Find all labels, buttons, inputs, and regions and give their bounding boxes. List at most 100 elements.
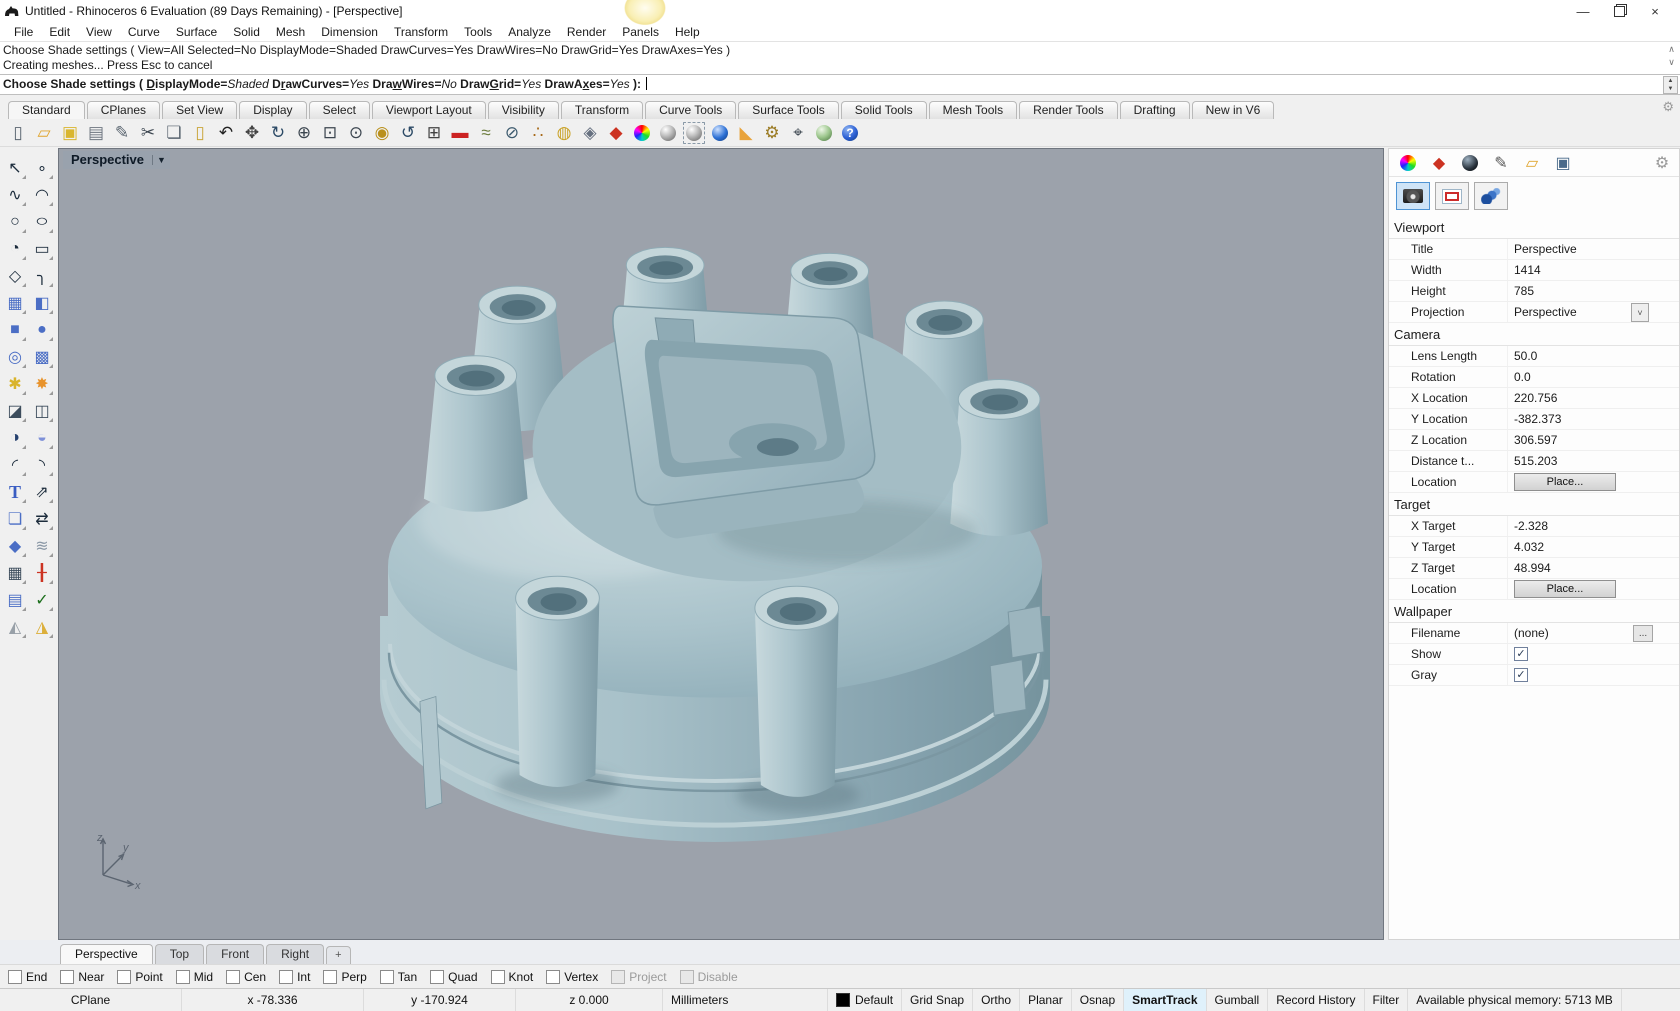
toolbar-group-tab[interactable]: Render Tools xyxy=(1019,101,1118,119)
sidebar-tool-button[interactable]: ◜ xyxy=(2,452,28,478)
toolbar-button[interactable]: ↶ xyxy=(214,121,238,145)
toolbar-button[interactable]: ≈ xyxy=(474,121,498,145)
toolbar-group-tab[interactable]: Select xyxy=(308,101,370,119)
toolbar-button[interactable]: ▱ xyxy=(32,121,56,145)
toolbar-button[interactable]: ✂ xyxy=(136,121,160,145)
toolbar-group-tab[interactable]: Solid Tools xyxy=(840,101,927,119)
panel-tab[interactable] xyxy=(1459,153,1481,173)
checkbox[interactable] xyxy=(226,969,241,984)
property-row[interactable]: Gray xyxy=(1389,665,1679,686)
toolbar-button[interactable]: ↺ xyxy=(396,121,420,145)
viewport-title-menu[interactable]: Perspective ▼ xyxy=(63,151,170,169)
sidebar-tool-button[interactable]: ✓ xyxy=(29,587,55,613)
status-item[interactable]: Ortho xyxy=(973,989,1021,1011)
osnap-toggle[interactable]: Int xyxy=(279,969,310,984)
toolbar-button[interactable]: ▬ xyxy=(448,121,472,145)
sidebar-tool-button[interactable]: T xyxy=(2,479,28,505)
property-value[interactable]: 306.597 xyxy=(1514,433,1557,447)
toolbar-group-tab[interactable]: Transform xyxy=(560,101,644,119)
sidebar-tool-button[interactable]: ◑ xyxy=(2,425,28,451)
osnap-toggle[interactable]: Perp xyxy=(323,969,367,984)
checkbox[interactable] xyxy=(379,969,394,984)
toolbar-button[interactable] xyxy=(708,121,732,145)
osnap-toggle[interactable]: Quad xyxy=(430,969,478,984)
checkbox[interactable] xyxy=(8,969,22,984)
property-value[interactable]: Perspective xyxy=(1514,305,1577,319)
checkbox[interactable] xyxy=(679,969,694,984)
status-item[interactable]: y -170.924 xyxy=(364,989,516,1011)
command-spinner[interactable]: ▲ ▼ xyxy=(1663,76,1678,94)
osnap-toggle[interactable]: End xyxy=(8,969,47,984)
checkbox[interactable] xyxy=(546,969,561,984)
osnap-toggle[interactable]: Disable xyxy=(679,969,738,984)
status-item[interactable]: Osnap xyxy=(1072,989,1125,1011)
browse-button[interactable]: ... xyxy=(1633,625,1653,642)
toolbar-button[interactable]: ◆ xyxy=(604,121,628,145)
toolbar-button[interactable]: ⌖ xyxy=(786,121,810,145)
menu-item[interactable]: Mesh xyxy=(268,24,313,40)
toolbar-group-tab[interactable]: Viewport Layout xyxy=(371,101,486,119)
menu-item[interactable]: File xyxy=(6,24,41,40)
chevron-down-icon[interactable]: ▼ xyxy=(152,154,166,165)
checkbox[interactable] xyxy=(490,969,505,984)
property-row[interactable]: Y Location -382.373 xyxy=(1389,409,1679,430)
panel-mode-button[interactable] xyxy=(1435,182,1469,210)
property-row[interactable]: Width 1414 xyxy=(1389,260,1679,281)
sidebar-tool-button[interactable]: ▦ xyxy=(2,560,28,586)
sidebar-tool-button[interactable]: ◭ xyxy=(2,614,28,640)
property-row[interactable]: Show xyxy=(1389,644,1679,665)
toolbar-button[interactable]: ✥ xyxy=(240,121,264,145)
menu-item[interactable]: Dimension xyxy=(313,24,386,40)
status-item[interactable]: Record History xyxy=(1268,989,1365,1011)
property-row[interactable]: Target xyxy=(1389,493,1679,516)
checkbox[interactable] xyxy=(279,969,294,984)
menu-item[interactable]: Help xyxy=(667,24,708,40)
checkbox[interactable] xyxy=(1514,647,1528,661)
toolbar-button[interactable]: ⊙ xyxy=(344,121,368,145)
menu-item[interactable]: Analyze xyxy=(500,24,559,40)
scroll-down-icon[interactable]: ∨ xyxy=(1668,56,1675,69)
panel-tab[interactable]: ✎ xyxy=(1490,153,1512,173)
toolbar-button[interactable]: ▯ xyxy=(188,121,212,145)
viewport-tab[interactable]: Perspective xyxy=(60,944,153,964)
toolbar-group-tab[interactable]: Drafting xyxy=(1119,101,1190,119)
sidebar-tool-button[interactable]: ✱ xyxy=(2,371,28,397)
sidebar-tool-button[interactable]: ❏ xyxy=(2,506,28,532)
sidebar-tool-button[interactable]: ○ xyxy=(2,209,28,235)
menu-item[interactable]: Surface xyxy=(168,24,225,40)
property-row[interactable]: Title Perspective xyxy=(1389,239,1679,260)
property-value[interactable]: 50.0 xyxy=(1514,349,1537,363)
toolbar-group-tab[interactable]: Set View xyxy=(162,101,238,119)
toolbar-button[interactable] xyxy=(682,121,706,145)
panel-tab[interactable]: ⚙ xyxy=(1651,153,1673,173)
panel-tab[interactable]: ▱ xyxy=(1521,153,1543,173)
toolbar-button[interactable]: ↻ xyxy=(266,121,290,145)
toolbar-group-tab[interactable]: Surface Tools xyxy=(738,101,839,119)
property-row[interactable]: Viewport xyxy=(1389,216,1679,239)
property-row[interactable]: Y Target 4.032 xyxy=(1389,537,1679,558)
model-distributor-cap[interactable] xyxy=(380,246,1051,842)
property-value[interactable]: (none) xyxy=(1514,626,1549,640)
sidebar-tool-button[interactable]: ◮ xyxy=(29,614,55,640)
property-value[interactable]: 220.756 xyxy=(1514,391,1557,405)
command-history-scrollbar[interactable]: ∧ ∨ xyxy=(1665,43,1678,69)
menu-item[interactable]: Panels xyxy=(614,24,667,40)
toolbar-group-tab[interactable]: CPlanes xyxy=(86,101,161,119)
property-row[interactable]: Distance t... 515.203 xyxy=(1389,451,1679,472)
checkbox[interactable] xyxy=(1514,668,1528,682)
toolbar-button[interactable]: ▤ xyxy=(84,121,108,145)
status-item[interactable]: Millimeters xyxy=(663,989,828,1011)
sidebar-tool-button[interactable]: ∿ xyxy=(2,182,28,208)
checkbox[interactable] xyxy=(175,969,190,984)
sidebar-tool-button[interactable]: ◫ xyxy=(29,398,55,424)
viewport[interactable]: Perspective ▼ z y x xyxy=(58,148,1384,940)
osnap-toggle[interactable]: Knot xyxy=(490,969,533,984)
panel-mode-button[interactable] xyxy=(1396,182,1430,210)
restore-button[interactable] xyxy=(1612,4,1626,18)
toolbar-button[interactable]: ⊡ xyxy=(318,121,342,145)
property-row[interactable]: Z Target 48.994 xyxy=(1389,558,1679,579)
toolbar-button[interactable]: ◣ xyxy=(734,121,758,145)
toolbar-button[interactable]: ∴ xyxy=(526,121,550,145)
status-item[interactable]: x -78.336 xyxy=(182,989,364,1011)
viewport-tab[interactable]: Front xyxy=(206,944,265,964)
